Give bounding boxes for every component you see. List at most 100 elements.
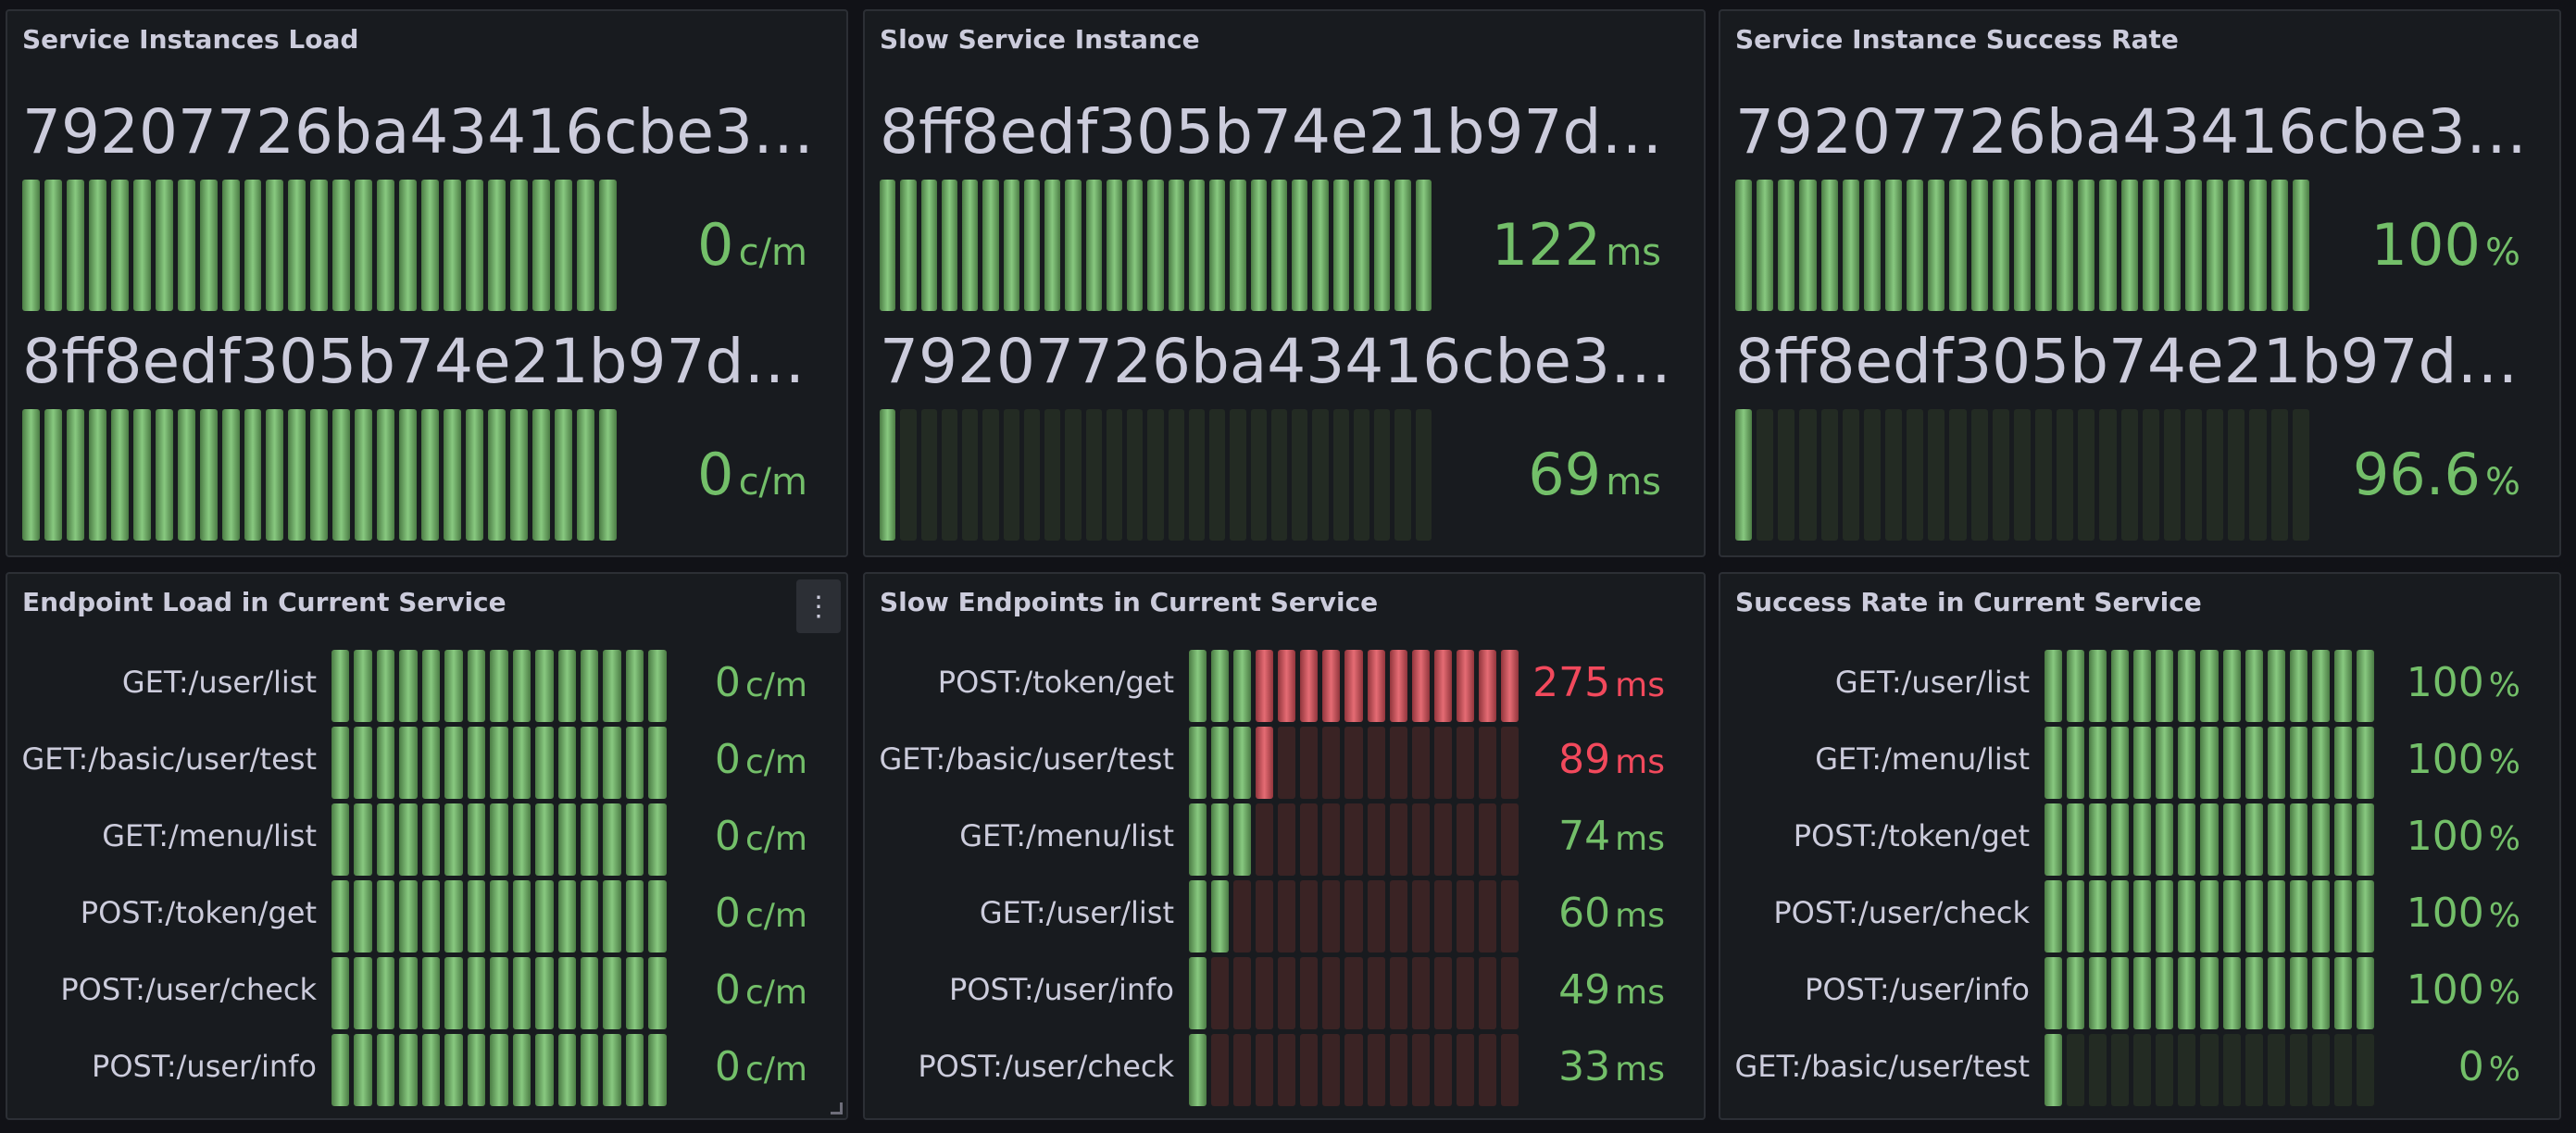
gauge-cell: [2120, 180, 2138, 311]
gauge-cell: [421, 727, 441, 799]
gauge-cell: [1189, 957, 1207, 1029]
gauge-cell: [2111, 803, 2130, 876]
value-number: 0: [714, 659, 741, 706]
gauge-bar: [22, 180, 617, 311]
gauge-cell: [1367, 803, 1385, 876]
instance-name: 79207726ba43416cbe3c...: [1735, 96, 2546, 168]
panel-success-rate-current-service[interactable]: Success Rate in Current Service GET:/use…: [1719, 572, 2561, 1120]
gauge-cell: [2245, 957, 2263, 1029]
gauge-cell: [2245, 727, 2263, 799]
panel-title[interactable]: Endpoint Load in Current Service: [22, 587, 506, 617]
gauge-cell: [1456, 880, 1474, 952]
gauge-cell: [1884, 409, 1903, 541]
gauge-cell: [2163, 180, 2181, 311]
gauge-cell: [2333, 880, 2352, 952]
gauge-cell: [2333, 803, 2352, 876]
gauge-cell: [2045, 880, 2063, 952]
gauge-cell: [1300, 880, 1319, 952]
gauge-cell: [1928, 409, 1945, 541]
gauge-cell: [603, 803, 621, 876]
gauge-cell: [1433, 803, 1452, 876]
panel-service-instance-success-rate[interactable]: Service Instance Success Rate 79207726ba…: [1719, 9, 2561, 557]
value-unit: c/m: [745, 820, 807, 858]
gauge-cell: [1250, 409, 1267, 541]
gauge-cell: [1233, 957, 1252, 1029]
gauge-cell: [1415, 409, 1432, 541]
gauge-cell: [2156, 957, 2174, 1029]
panel-endpoint-load[interactable]: Endpoint Load in Current Service ⋮ GET:/…: [6, 572, 848, 1120]
gauge-cell: [1863, 180, 1881, 311]
value-readout: 49 ms: [1558, 966, 1665, 1014]
gauge-cell: [490, 880, 508, 952]
resize-handle-icon[interactable]: [831, 1102, 843, 1114]
gauge-cell: [535, 1034, 554, 1106]
endpoint-label: POST:/user/check: [1773, 895, 2030, 930]
gauge-cell: [512, 880, 531, 952]
panel-menu-button[interactable]: ⋮: [796, 579, 841, 633]
gauge-cell: [1233, 803, 1252, 876]
gauge-cell: [1044, 180, 1061, 311]
gauge-cell: [1233, 1034, 1252, 1106]
gauge-cell: [2111, 880, 2130, 952]
value-unit: %: [2484, 231, 2520, 274]
gauge-bar: [331, 727, 667, 799]
gauge-cell: [1147, 409, 1164, 541]
gauge-cell: [982, 409, 999, 541]
gauge-cell: [1884, 180, 1903, 311]
gauge-cell: [2200, 727, 2219, 799]
panel-slow-service-instance[interactable]: Slow Service Instance 8ff8edf305b74e21b9…: [863, 9, 1706, 557]
panel-title[interactable]: Service Instance Success Rate: [1735, 24, 2179, 55]
panel-title[interactable]: Slow Endpoints in Current Service: [880, 587, 1378, 617]
panel-title[interactable]: Success Rate in Current Service: [1735, 587, 2202, 617]
gauge-cell: [444, 727, 463, 799]
gauge-cell: [512, 803, 531, 876]
gauge-cell: [1189, 803, 1207, 876]
gauge-cell: [580, 880, 599, 952]
gauge-cell: [2311, 957, 2330, 1029]
gauge-bar: [331, 957, 667, 1029]
gauge-cell: [557, 803, 576, 876]
gauge-cell: [1344, 650, 1363, 722]
gauge-cell: [444, 409, 462, 541]
gauge-cell: [421, 957, 441, 1029]
value-unit: ms: [1615, 743, 1665, 781]
gauge-cell: [421, 650, 441, 722]
value-readout: 60 ms: [1558, 890, 1665, 937]
gauge-cell: [2311, 803, 2330, 876]
gauge-cell: [354, 957, 372, 1029]
gauge-cell: [1278, 803, 1296, 876]
gauge-cell: [1353, 409, 1369, 541]
endpoint-label: POST:/user/check: [918, 1049, 1174, 1084]
gauge-cell: [2067, 803, 2085, 876]
value-number: 100: [2406, 813, 2484, 860]
endpoint-label: POST:/user/info: [949, 972, 1174, 1007]
gauge-cell: [2013, 409, 2031, 541]
gauge-cell: [2156, 727, 2174, 799]
panel-service-instances-load[interactable]: Service Instances Load 79207726ba43416cb…: [6, 9, 848, 557]
gauge-cell: [962, 180, 979, 311]
gauge-cell: [466, 409, 484, 541]
panel-slow-endpoints[interactable]: Slow Endpoints in Current Service POST:/…: [863, 572, 1706, 1120]
gauge-cell: [1250, 180, 1267, 311]
gauge-cell: [444, 957, 463, 1029]
gauge-cell: [1127, 409, 1144, 541]
gauge-cell: [132, 180, 151, 311]
value-readout: 0 c/m: [697, 211, 807, 279]
panel-title[interactable]: Service Instances Load: [22, 24, 358, 55]
gauge-cell: [2207, 180, 2224, 311]
panel-title[interactable]: Slow Service Instance: [880, 24, 1200, 55]
value-unit: %: [2488, 974, 2520, 1012]
value-unit: ms: [1606, 231, 1661, 274]
gauge-cell: [2333, 650, 2352, 722]
gauge-cell: [421, 1034, 441, 1106]
gauge-cell: [1344, 880, 1363, 952]
endpoint-label: GET:/basic/user/test: [1734, 1049, 2031, 1084]
gauge-cell: [1394, 180, 1411, 311]
value-readout: 0 c/m: [715, 890, 807, 937]
gauge-cell: [580, 1034, 599, 1106]
gauge-cell: [1189, 727, 1207, 799]
gauge-cell: [1322, 1034, 1341, 1106]
value-readout: 0 c/m: [715, 736, 807, 783]
gauge-cell: [1256, 957, 1274, 1029]
gauge-cell: [1478, 1034, 1496, 1106]
